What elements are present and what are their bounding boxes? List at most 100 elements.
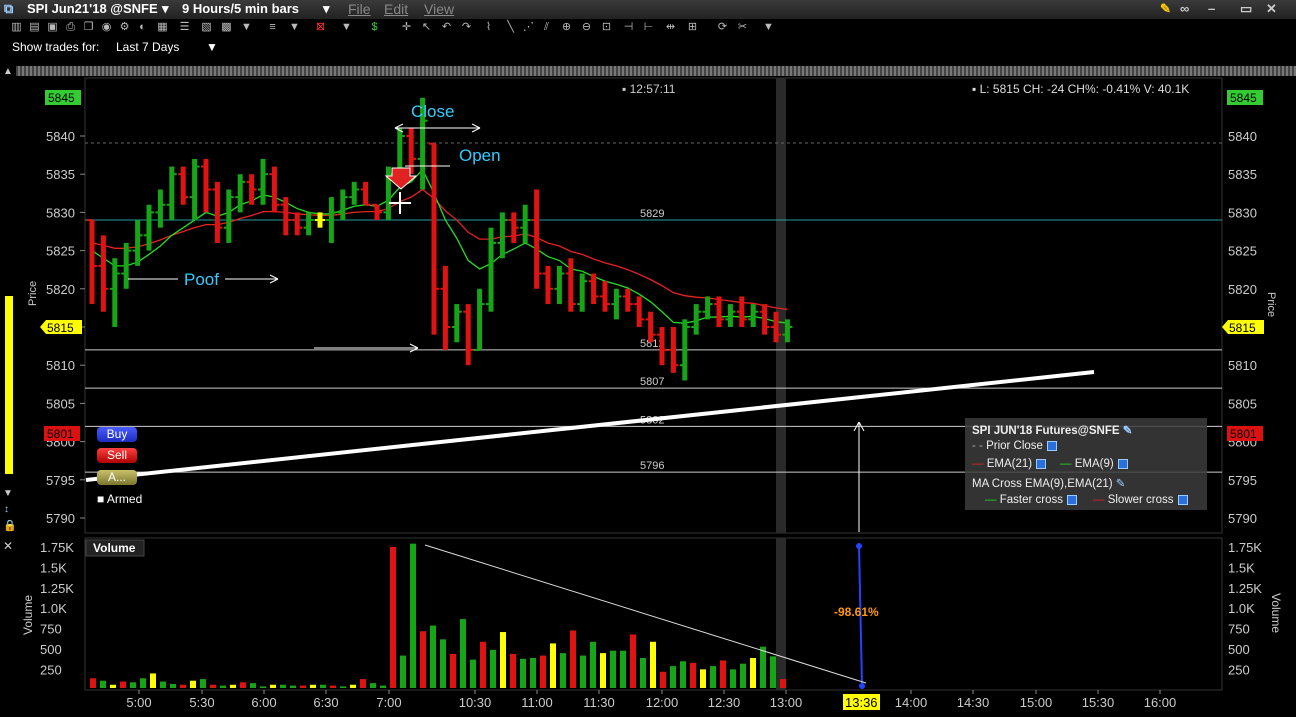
- volume-tick-left: 250: [40, 662, 62, 677]
- volume-panel-title: Volume: [93, 541, 136, 555]
- volume-bar: [130, 682, 136, 688]
- level-label: 5807: [640, 376, 664, 388]
- measure-handle-bottom[interactable]: [859, 683, 865, 689]
- price-bar: [442, 265, 448, 350]
- volume-bar: [710, 666, 716, 688]
- volume-bar: [410, 543, 416, 688]
- price-bar: [625, 288, 631, 312]
- volume-bar: [340, 686, 346, 688]
- price-tick-left: 5805: [46, 396, 75, 411]
- volume-bar: [650, 641, 656, 688]
- price-bar: [283, 197, 289, 236]
- checkbox-icon[interactable]: [1066, 494, 1077, 505]
- volume-tick-right: 1.0K: [1228, 601, 1255, 616]
- price-bar: [100, 235, 106, 312]
- price-bar: [579, 273, 585, 312]
- volume-bar: [390, 546, 396, 688]
- auto-order-button[interactable]: A...: [97, 470, 137, 485]
- volume-bar: [210, 684, 216, 688]
- volume-bar: [770, 656, 776, 688]
- volume-bar: [420, 631, 426, 688]
- price-tick-right: 5820: [1228, 282, 1257, 297]
- checkbox-icon[interactable]: [1036, 458, 1047, 469]
- annotation-close: Close: [411, 102, 454, 121]
- legend-faster[interactable]: — Faster cross: [985, 494, 1077, 506]
- price-bar: [727, 304, 733, 327]
- volume-bar: [160, 681, 166, 688]
- volume-tick-left: 1.75K: [40, 540, 74, 555]
- legend-ema9[interactable]: — EMA(9): [1060, 458, 1128, 470]
- price-bar: [89, 220, 95, 305]
- volume-bar: [300, 685, 306, 688]
- measure-handle-top[interactable]: [856, 543, 862, 549]
- checkbox-icon[interactable]: [1117, 458, 1128, 469]
- price-tick-left: 5825: [46, 244, 75, 259]
- volume-bar: [460, 619, 466, 688]
- price-bar: [762, 304, 768, 335]
- price-bar: [545, 265, 551, 305]
- checkbox-icon[interactable]: [1177, 494, 1188, 505]
- price-tick-right: 5825: [1228, 244, 1257, 259]
- time-tick: 6:00: [251, 695, 276, 710]
- time-tick: 10:30: [459, 695, 492, 710]
- legend-ema21[interactable]: — EMA(21): [972, 458, 1047, 470]
- volume-bar: [580, 655, 586, 688]
- price-bar: [522, 204, 528, 243]
- price-tick-right: 5805: [1228, 396, 1257, 411]
- price-bar: [465, 304, 471, 366]
- pencil-icon[interactable]: ✎: [1123, 425, 1133, 437]
- volume-bar: [560, 653, 566, 688]
- chart-canvas[interactable]: 58295812580758025796 Close Open Poof -98…: [0, 0, 1296, 717]
- price-axis-title-left: Price: [27, 281, 39, 306]
- time-tick: 15:00: [1020, 695, 1053, 710]
- price-tick-left: 5830: [46, 205, 75, 220]
- level-label: 5829: [640, 208, 664, 220]
- volume-tick-right: 1.75K: [1228, 540, 1262, 555]
- legend-box: SPI JUN'18 Futures@SNFE ✎ - - Prior Clos…: [965, 418, 1207, 510]
- volume-bar: [590, 641, 596, 688]
- time-tick: 11:30: [583, 695, 615, 710]
- volume-bar: [330, 685, 336, 688]
- price-bar: [477, 288, 483, 350]
- volume-tick-right: 500: [1228, 642, 1250, 657]
- volume-bar: [190, 680, 196, 688]
- volume-bar: [400, 655, 406, 688]
- price-bar: [682, 319, 688, 381]
- sell-button[interactable]: Sell: [97, 448, 137, 463]
- price-tick-left: 5795: [46, 473, 75, 488]
- armed-checkbox[interactable]: ■ Armed: [97, 492, 142, 506]
- volume-bar: [640, 657, 646, 688]
- volume-tick-right: 1.25K: [1228, 581, 1262, 596]
- volume-bar: [750, 657, 756, 688]
- volume-bar: [260, 686, 266, 688]
- legend-slower[interactable]: — Slower cross: [1093, 494, 1188, 506]
- price-bar: [214, 181, 220, 243]
- buy-button[interactable]: Buy: [97, 427, 137, 442]
- volume-bar: [370, 683, 376, 688]
- price-bar: [363, 181, 369, 205]
- quote-label: ▪ L: 5815 CH: -24 CH%: -0.41% V: 40.1K: [972, 82, 1189, 96]
- volume-bar: [540, 655, 546, 688]
- time-tick: 14:00: [895, 695, 928, 710]
- price-bar: [659, 327, 665, 366]
- volume-bar: [200, 679, 206, 688]
- price-bar: [340, 189, 346, 221]
- price-bar: [135, 220, 141, 266]
- volume-bar: [610, 650, 616, 688]
- volume-bar: [430, 625, 436, 688]
- legend-prior-close[interactable]: - - Prior Close: [972, 440, 1057, 452]
- crosshair-time-label: ▪ 12:57:11: [622, 82, 676, 96]
- annotation-poof: Poof: [184, 270, 219, 289]
- volume-bar: [490, 649, 496, 688]
- volume-bar: [350, 684, 356, 688]
- volume-bar: [630, 634, 636, 688]
- price-tick-right: 5790: [1228, 511, 1257, 526]
- volume-bar: [170, 683, 176, 688]
- time-tick: 6:30: [313, 695, 338, 710]
- volume-bar: [520, 658, 526, 688]
- price-bar: [260, 158, 266, 205]
- volume-bar: [250, 683, 256, 688]
- pencil-icon[interactable]: ✎: [1116, 478, 1126, 490]
- checkbox-icon[interactable]: [1046, 440, 1057, 451]
- volume-bar: [310, 684, 316, 688]
